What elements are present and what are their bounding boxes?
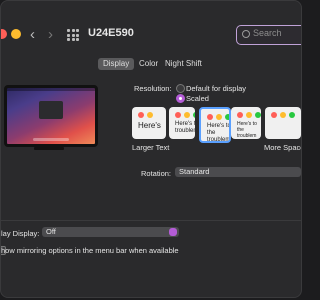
resolution-scaled-label: Scaled bbox=[186, 94, 209, 103]
rotation-value: Standard bbox=[179, 167, 210, 176]
tab-night-shift[interactable]: Night Shift bbox=[160, 58, 207, 70]
more-space-label: More Space bbox=[264, 143, 302, 152]
section-divider bbox=[1, 220, 301, 221]
scaled-preview-5[interactable] bbox=[265, 107, 301, 139]
airplay-display-select[interactable]: Off bbox=[42, 227, 179, 237]
resolution-default-radio[interactable] bbox=[176, 84, 185, 93]
mirroring-label: how mirroring options in the menu bar wh… bbox=[1, 246, 179, 255]
larger-text-label: Larger Text bbox=[132, 143, 170, 152]
forward-chevron-icon[interactable]: › bbox=[48, 26, 53, 43]
preview-text-3: Here's to the troublem ones who bbox=[207, 123, 231, 143]
search-field[interactable]: Search bbox=[236, 25, 301, 45]
display-monitor-image bbox=[4, 85, 98, 147]
preview-text-2: Here's t troublem bbox=[175, 121, 195, 134]
scaled-preview-4[interactable]: Here's to the troublem ones who see thin… bbox=[231, 107, 261, 139]
close-window-button[interactable] bbox=[1, 29, 7, 39]
resolution-scaled-radio[interactable] bbox=[176, 94, 185, 103]
rotation-label: Rotation: bbox=[141, 169, 172, 178]
airplay-display-value: Off bbox=[46, 227, 56, 236]
airplay-display-label: lay Display: bbox=[1, 229, 40, 238]
title-bar: ‹ › U24E590 Search bbox=[1, 21, 301, 49]
search-icon bbox=[242, 30, 250, 38]
system-preferences-window: ‹ › U24E590 Search Display Color Night S… bbox=[0, 0, 302, 298]
preview-text-1: Here's bbox=[138, 121, 161, 130]
select-chevron-icon bbox=[169, 228, 177, 236]
search-placeholder: Search bbox=[253, 28, 282, 38]
tab-display[interactable]: Display bbox=[98, 58, 135, 70]
rotation-select[interactable]: Standard bbox=[175, 167, 301, 177]
scaled-preview-2[interactable]: Here's t troublem bbox=[169, 107, 195, 139]
show-all-grid-icon[interactable] bbox=[67, 29, 79, 41]
preview-text-4: Here's to the troublem ones who see thin… bbox=[237, 121, 257, 139]
minimize-window-button[interactable] bbox=[11, 29, 21, 39]
resolution-label: Resolution: bbox=[134, 84, 172, 93]
resolution-default-label: Default for display bbox=[186, 84, 247, 93]
monitor-stand bbox=[34, 147, 64, 150]
scaled-preview-1[interactable]: Here's bbox=[132, 107, 166, 139]
window-title: U24E590 bbox=[88, 27, 134, 39]
scaled-preview-3[interactable]: Here's to the troublem ones who bbox=[199, 107, 231, 143]
tab-color[interactable]: Color bbox=[134, 58, 163, 70]
back-chevron-icon[interactable]: ‹ bbox=[30, 26, 35, 43]
